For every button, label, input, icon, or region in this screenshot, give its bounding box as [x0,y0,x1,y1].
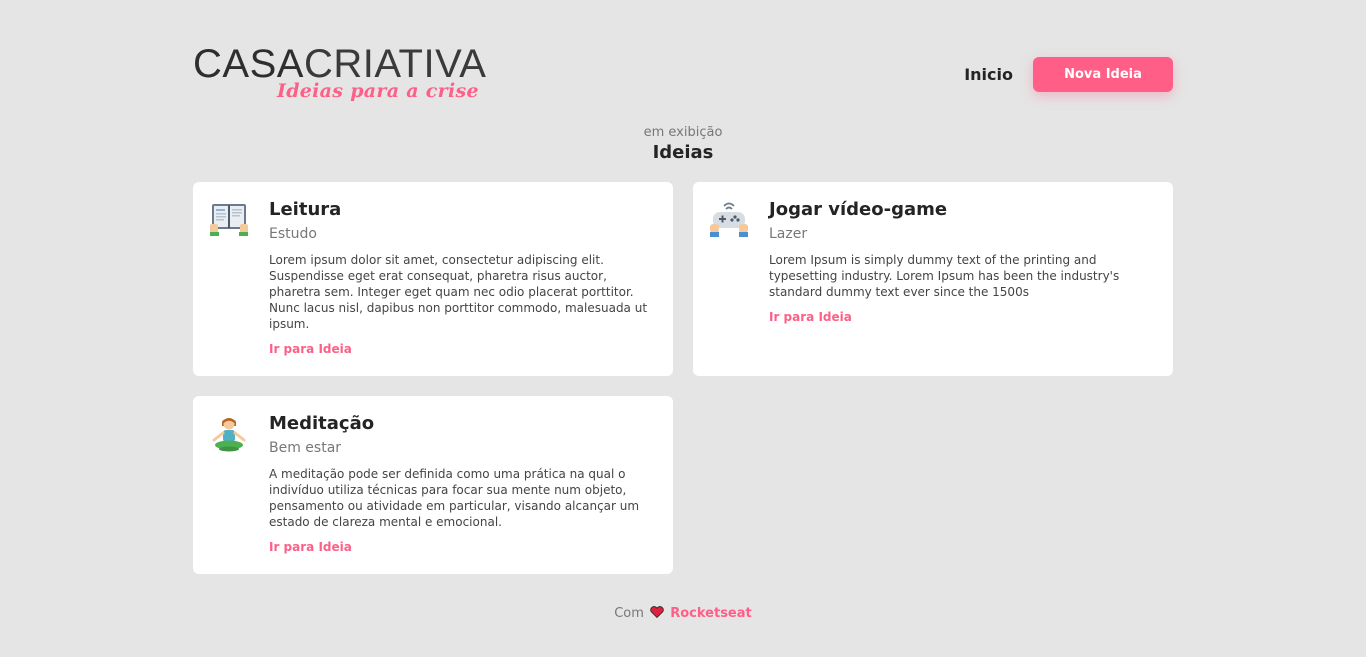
idea-description: Lorem ipsum dolor sit amet, consectetur … [269,253,648,331]
idea-description: Lorem Ipsum is simply dummy text of the … [769,253,1120,299]
heart-icon [650,606,664,618]
footer-prefix: Com [614,606,644,621]
go-to-idea-link[interactable]: Ir para Ideia [269,342,352,356]
new-idea-button[interactable]: Nova Ideia [1033,57,1173,92]
idea-title: Leitura [269,199,342,220]
idea-category: Bem estar [269,440,342,456]
logo-tagline: Ideias para a crise [277,80,479,102]
section-heading: em exibição Ideias [0,125,1366,163]
nav-home-link[interactable]: Inicio [964,65,1013,84]
meditation-icon [212,418,246,452]
idea-card: Jogar vídeo-game Lazer Lorem Ipsum is si… [693,182,1173,376]
idea-description: A meditação pode ser definida como uma p… [269,467,640,529]
idea-title: Jogar vídeo-game [769,199,948,220]
go-to-idea-link[interactable]: Ir para Ideia [769,310,852,324]
section-subtitle: em exibição [643,125,723,140]
logo[interactable]: CASACRIATIVA Ideias para a crise [193,40,493,106]
idea-category: Estudo [269,226,317,242]
reading-book-icon [210,204,248,236]
go-to-idea-link[interactable]: Ir para Ideia [269,540,352,554]
section-title: Ideias [652,142,714,163]
idea-card: Meditação Bem estar A meditação pode ser… [193,396,673,574]
idea-card: Leitura Estudo Lorem ipsum dolor sit ame… [193,182,673,376]
header: CASACRIATIVA Ideias para a crise Inicio … [193,40,1173,110]
idea-title: Meditação [269,413,375,434]
idea-category: Lazer [769,226,808,242]
main-nav: Inicio Nova Ideia [964,57,1173,92]
rocketseat-link[interactable]: Rocketseat [670,606,752,621]
game-controller-icon [710,202,748,237]
footer: Com Rocketseat [0,606,1366,621]
